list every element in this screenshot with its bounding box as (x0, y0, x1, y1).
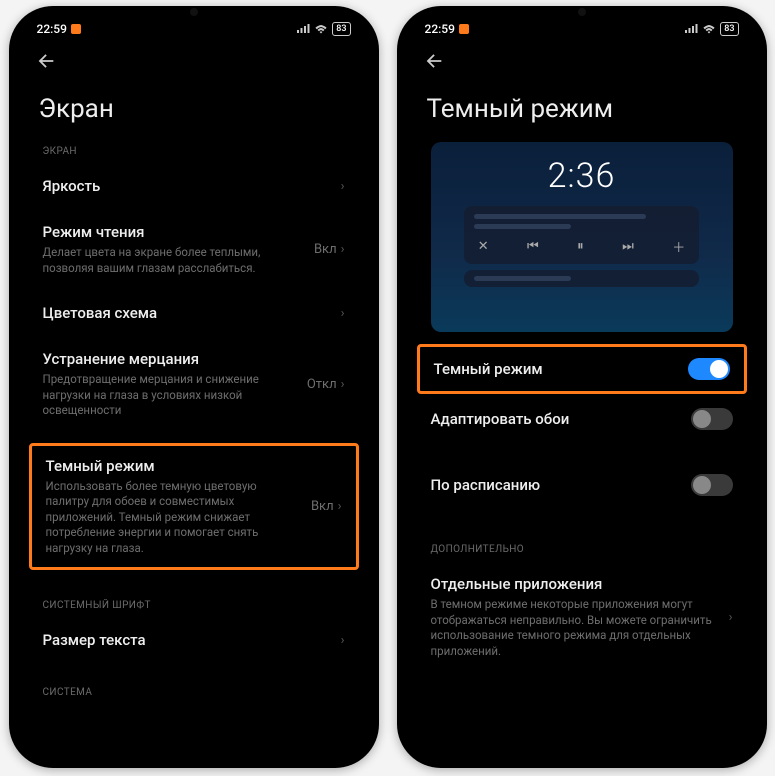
battery-icon: 83 (720, 22, 738, 36)
row-dark-mode[interactable]: Темный режим Использовать более темную ц… (29, 443, 359, 571)
wifi-icon (702, 24, 716, 34)
row-value: Вкл (314, 242, 337, 257)
chevron-right-icon: › (341, 377, 345, 392)
status-bar: 22:59 83 (19, 16, 369, 42)
row-desc: Использовать более темную цветовую палит… (46, 479, 301, 557)
preview-notif-card (464, 270, 700, 287)
plus-icon: ＋ (672, 237, 685, 256)
chevron-right-icon: › (729, 610, 733, 625)
row-title: Цветовая схема (43, 304, 331, 322)
battery-icon: 83 (332, 22, 350, 36)
screen-left: 22:59 83 Экран ЭКРАН Яркость (19, 16, 369, 758)
row-title: Размер текста (43, 631, 331, 649)
row-title: Адаптировать обои (431, 410, 681, 428)
chevron-right-icon: › (341, 179, 345, 194)
row-title: Темный режим (46, 457, 301, 475)
screen-right: 22:59 83 Темный режим 2:36 (407, 16, 757, 758)
row-flicker[interactable]: Устранение мерцания Предотвращение мерца… (23, 336, 365, 433)
notification-icon (71, 24, 81, 34)
row-title: Темный режим (434, 360, 678, 378)
row-reading-mode[interactable]: Режим чтения Делает цвета на экране боле… (23, 209, 365, 290)
row-desc: Делает цвета на экране более теплыми, по… (43, 245, 304, 276)
row-dark-mode-toggle[interactable]: Темный режим (417, 344, 747, 394)
row-desc: В темном режиме некоторые приложения мог… (431, 597, 719, 659)
preview-time: 2:36 (548, 156, 616, 196)
chevron-right-icon: › (341, 633, 345, 648)
chevron-right-icon: › (341, 242, 345, 257)
row-value: Откл (307, 377, 337, 392)
back-button[interactable] (423, 50, 445, 72)
toggle-switch[interactable] (691, 474, 733, 496)
row-title: По расписанию (431, 476, 681, 494)
prev-icon: ⏮ (527, 239, 539, 254)
toggle-switch[interactable] (691, 408, 733, 430)
wifi-icon (314, 24, 328, 34)
phone-left: 22:59 83 Экран ЭКРАН Яркость (9, 6, 379, 768)
row-title: Отдельные приложения (431, 575, 719, 593)
row-text-size[interactable]: Размер текста › (23, 617, 365, 663)
section-screen: ЭКРАН (23, 142, 365, 163)
page-title: Темный режим (407, 76, 757, 142)
signal-icon (684, 24, 698, 34)
section-font: СИСТЕМНЫЙ ШРИФТ (23, 596, 365, 617)
row-desc: Предотвращение мерцания и снижение нагру… (43, 372, 297, 419)
section-system: СИСТЕМА (23, 683, 365, 704)
toggle-switch[interactable] (688, 358, 730, 380)
pause-icon: ⏸ (577, 239, 584, 254)
notification-icon (459, 24, 469, 34)
dark-mode-preview: 2:36 ✕ ⏮ ⏸ ⏭ ＋ (431, 142, 733, 332)
status-time: 22:59 (425, 22, 455, 36)
next-icon: ⏭ (622, 239, 634, 254)
row-title: Устранение мерцания (43, 350, 297, 368)
row-title: Режим чтения (43, 223, 304, 241)
row-value: Вкл (311, 499, 334, 514)
row-title: Яркость (43, 177, 331, 195)
row-color-scheme[interactable]: Цветовая схема › (23, 290, 365, 336)
row-adapt-wallpaper[interactable]: Адаптировать обои (411, 394, 753, 444)
row-brightness[interactable]: Яркость › (23, 163, 365, 209)
row-schedule[interactable]: По расписанию (411, 460, 753, 510)
phone-right: 22:59 83 Темный режим 2:36 (397, 6, 767, 768)
row-individual-apps[interactable]: Отдельные приложения В темном режиме нек… (411, 561, 753, 673)
preview-media-card: ✕ ⏮ ⏸ ⏭ ＋ (464, 206, 700, 264)
shuffle-icon: ✕ (478, 239, 489, 254)
signal-icon (296, 24, 310, 34)
status-bar: 22:59 83 (407, 16, 757, 42)
chevron-right-icon: › (338, 499, 342, 514)
status-time: 22:59 (37, 22, 67, 36)
page-title: Экран (19, 76, 369, 142)
back-button[interactable] (35, 50, 57, 72)
section-more: ДОПОЛНИТЕЛЬНО (411, 540, 753, 561)
chevron-right-icon: › (341, 306, 345, 321)
